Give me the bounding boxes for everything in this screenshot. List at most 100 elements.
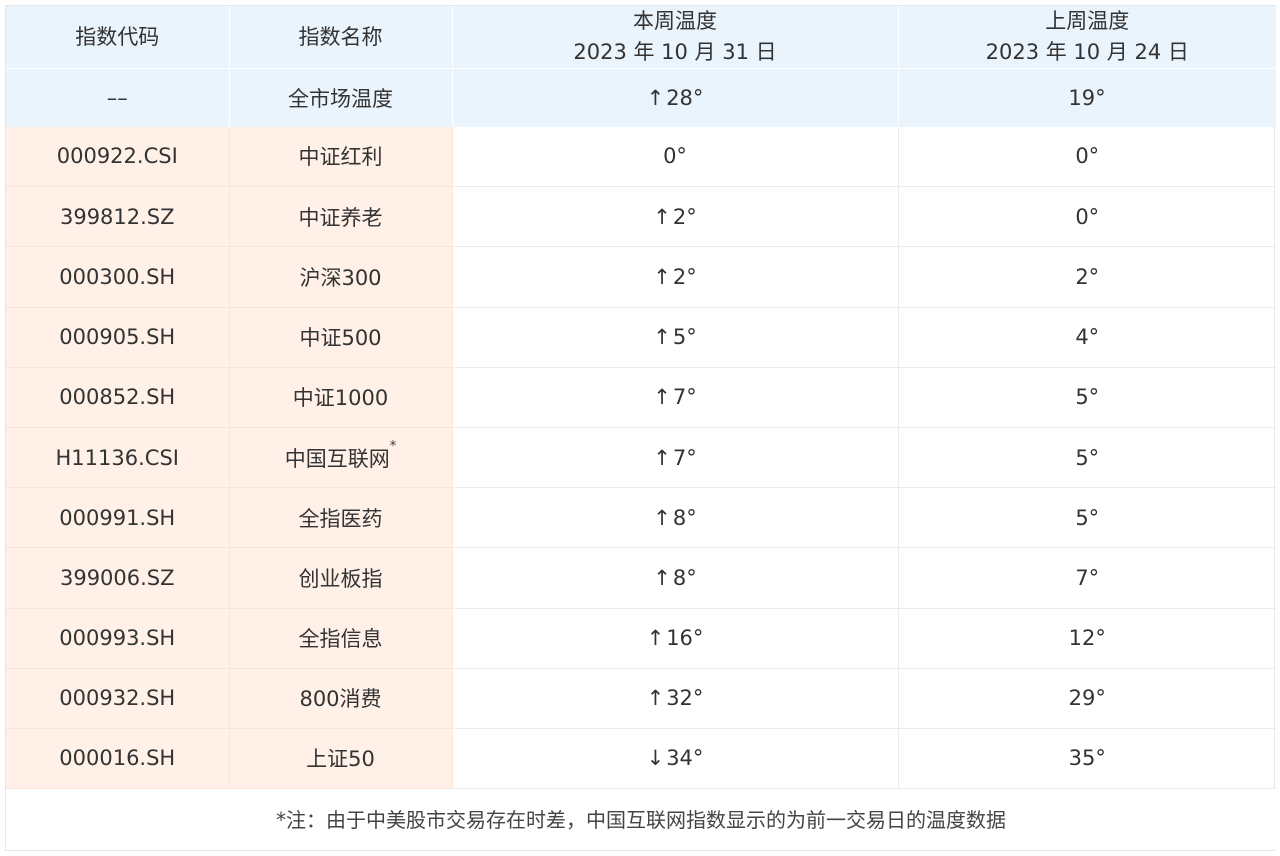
this-week-temperature-value: 34° [666, 746, 704, 771]
table-row: 000993.SH 全指信息 ↑16° 12° [6, 608, 1276, 669]
table-row: 000852.SH 中证1000 ↑7° 5° [6, 367, 1276, 428]
this-week-temperature-cell: ↑16° [452, 608, 899, 669]
index-code-cell: 000991.SH [6, 487, 230, 549]
footer-row: *注：由于中美股市交易存在时差，中国互联网指数显示的为前一交易日的温度数据 [6, 788, 1276, 849]
index-code-cell: 000922.CSI [6, 126, 230, 188]
index-name-text: 上证50 [306, 747, 375, 772]
table-row: H11136.CSI 中国互联网* ↑7° 5° [6, 427, 1276, 489]
index-temperature-table: 指数代码 指数名称 本周温度 2023 年 10 月 31 日 上周温度 202… [6, 6, 1277, 849]
index-name-cell: 800消费 [229, 668, 453, 729]
summary-this-week-value: 28° [666, 85, 704, 110]
index-name-cell: 中证养老 [229, 186, 453, 248]
this-week-temperature-value: 2° [672, 204, 697, 229]
header-last-week: 上周温度 2023 年 10 月 24 日 [898, 6, 1276, 69]
index-name-text: 中证红利 [298, 145, 383, 170]
table-row: 000016.SH 上证50 ↓34° 35° [6, 728, 1276, 790]
index-code-cell: 399812.SZ [6, 186, 230, 248]
index-name-text: 中证养老 [298, 205, 383, 230]
index-code-cell: 000905.SH [6, 307, 230, 368]
index-name-cell: 创业板指 [229, 547, 453, 609]
this-week-temperature-value: 2° [672, 264, 697, 289]
this-week-temperature-value: 7° [672, 445, 697, 470]
header-index-code: 指数代码 [6, 6, 230, 69]
summary-this-week: ↑28° [452, 68, 899, 127]
index-name-cell: 中证红利 [229, 126, 453, 188]
footnote-marker: * [389, 438, 397, 454]
index-name-text: 沪深300 [299, 265, 382, 290]
last-week-temperature-cell: 5° [898, 427, 1276, 489]
this-week-temperature-cell: ↑5° [452, 307, 899, 368]
this-week-temperature-cell: ↑32° [452, 668, 899, 729]
arrow-up-icon: ↑ [653, 204, 671, 229]
arrow-up-icon: ↑ [653, 325, 671, 350]
summary-name: 全市场温度 [229, 68, 453, 127]
footnote: *注：由于中美股市交易存在时差，中国互联网指数显示的为前一交易日的温度数据 [6, 788, 1276, 849]
this-week-temperature-value: 7° [672, 385, 697, 410]
header-this-week: 本周温度 2023 年 10 月 31 日 [452, 6, 899, 69]
index-name-text: 800消费 [299, 687, 382, 712]
index-name-text: 创业板指 [298, 566, 383, 591]
index-name-cell: 上证50 [229, 728, 453, 790]
arrow-up-icon: ↑ [653, 505, 671, 530]
index-code-cell: 000300.SH [6, 246, 230, 308]
index-code-cell: H11136.CSI [6, 427, 230, 489]
index-name-cell: 中证1000 [229, 367, 453, 428]
index-name-cell: 中证500 [229, 307, 453, 368]
table-row: 000300.SH 沪深300 ↑2° 2° [6, 246, 1276, 308]
index-code-cell: 000993.SH [6, 608, 230, 669]
table-footer: *注：由于中美股市交易存在时差，中国互联网指数显示的为前一交易日的温度数据 [6, 788, 1276, 849]
header-index-name: 指数名称 [229, 6, 453, 69]
index-name-cell: 全指医药 [229, 487, 453, 549]
arrow-up-icon: ↑ [646, 626, 665, 651]
index-name-text: 中证500 [299, 326, 382, 351]
table-row: 399006.SZ 创业板指 ↑8° 7° [6, 547, 1276, 609]
arrow-up-icon: ↑ [646, 85, 665, 110]
index-name-cell: 全指信息 [229, 608, 453, 669]
last-week-temperature-cell: 12° [898, 608, 1276, 669]
this-week-temperature-value: 32° [666, 686, 704, 711]
header-last-week-date: 2023 年 10 月 24 日 [985, 40, 1189, 64]
last-week-temperature-cell: 4° [898, 307, 1276, 368]
this-week-temperature-cell: ↑2° [452, 186, 899, 248]
this-week-temperature-value: 8° [672, 565, 697, 590]
temperature-table-container: 指数代码 指数名称 本周温度 2023 年 10 月 31 日 上周温度 202… [5, 5, 1277, 851]
arrow-up-icon: ↑ [653, 445, 671, 470]
index-code-cell: 000852.SH [6, 367, 230, 428]
index-name-cell: 沪深300 [229, 246, 453, 308]
table-header: 指数代码 指数名称 本周温度 2023 年 10 月 31 日 上周温度 202… [6, 6, 1277, 127]
index-name-text: 全指信息 [298, 627, 383, 652]
arrow-up-icon: ↑ [646, 686, 665, 711]
last-week-temperature-cell: 5° [898, 367, 1276, 428]
arrow-up-icon: ↑ [653, 385, 671, 410]
arrow-up-icon: ↑ [653, 264, 671, 289]
this-week-temperature-value: 8° [672, 505, 697, 530]
this-week-temperature-cell: ↑2° [452, 246, 899, 308]
header-this-week-date: 2023 年 10 月 31 日 [573, 40, 777, 64]
index-code-cell: 000932.SH [6, 668, 230, 729]
table-row: 000922.CSI 中证红利 0° 0° [6, 126, 1276, 188]
header-last-week-label: 上周温度 [1045, 9, 1130, 33]
arrow-down-icon: ↓ [646, 746, 665, 771]
index-code-cell: 000016.SH [6, 728, 230, 790]
header-row: 指数代码 指数名称 本周温度 2023 年 10 月 31 日 上周温度 202… [6, 6, 1276, 69]
this-week-temperature-cell: ↑7° [452, 367, 899, 428]
last-week-temperature-cell: 5° [898, 487, 1276, 549]
index-name-text: 全指医药 [298, 506, 383, 531]
last-week-temperature-cell: 7° [898, 547, 1276, 609]
last-week-temperature-cell: 2° [898, 246, 1276, 308]
last-week-temperature-cell: 29° [898, 668, 1276, 729]
summary-last-week: 19° [898, 68, 1277, 127]
last-week-temperature-cell: 35° [898, 728, 1276, 790]
this-week-temperature-value: 5° [672, 325, 697, 350]
this-week-temperature-cell: ↑7° [452, 427, 899, 489]
summary-code: –– [6, 68, 230, 127]
index-name-text: 中国互联网 [284, 446, 390, 471]
this-week-temperature-cell: 0° [452, 126, 899, 188]
last-week-temperature-cell: 0° [898, 126, 1276, 188]
index-name-text: 中证1000 [292, 386, 389, 411]
arrow-up-icon: ↑ [653, 565, 671, 590]
table-row: 000991.SH 全指医药 ↑8° 5° [6, 487, 1276, 549]
this-week-temperature-cell: ↓34° [452, 728, 899, 790]
summary-row-market-temperature: –– 全市场温度 ↑28° 19° [6, 68, 1277, 127]
this-week-temperature-cell: ↑8° [452, 487, 899, 549]
